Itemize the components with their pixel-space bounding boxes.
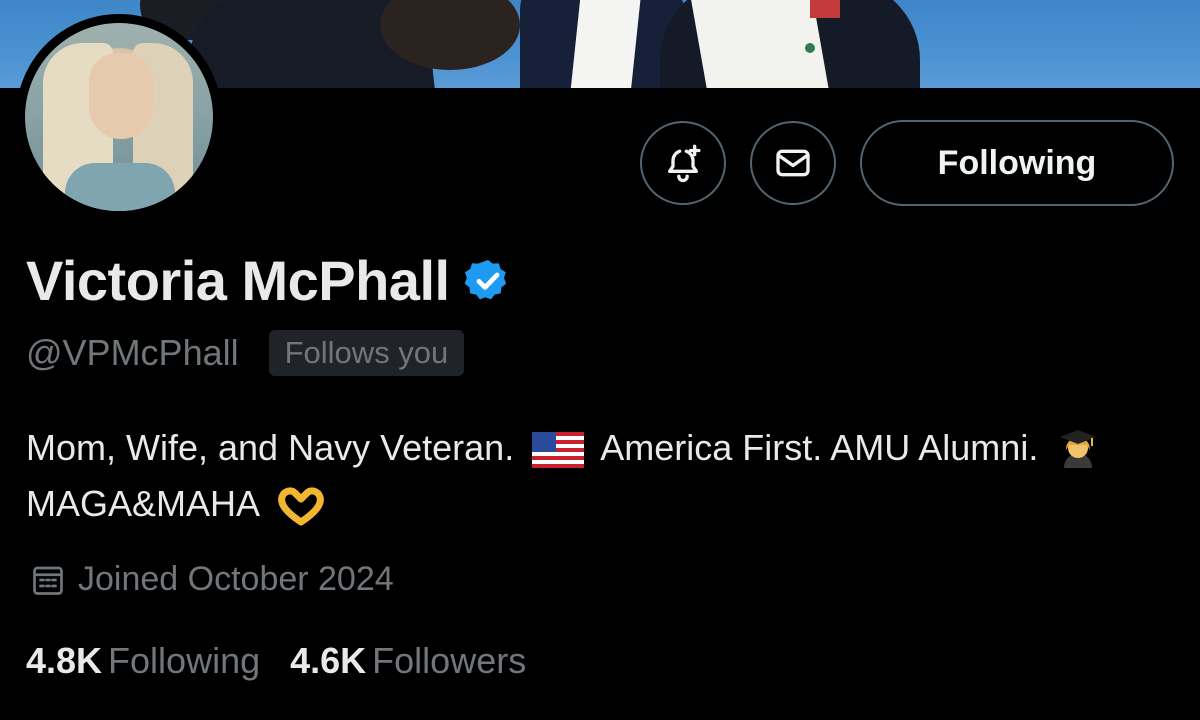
avatar[interactable]: [16, 14, 222, 220]
followers-count: 4.6K: [290, 640, 367, 681]
name-row: Victoria McPhall: [26, 248, 512, 313]
avatar-face: [89, 53, 153, 139]
bio-text: MAGA&MAHA: [26, 483, 259, 524]
handle-row: @VPMcPhall Follows you: [26, 330, 465, 376]
follows-you-badge: Follows you: [268, 330, 465, 376]
following-button[interactable]: Following: [860, 120, 1174, 206]
bio: Mom, Wife, and Navy Veteran. America Fir…: [26, 420, 1176, 532]
bell-plus-icon: [668, 144, 701, 183]
envelope-icon: [776, 149, 810, 177]
followers-label: Followers: [372, 640, 527, 681]
bio-text: America First. AMU Alumni.: [600, 427, 1039, 468]
profile-actions: Following: [640, 120, 1174, 206]
handle: @VPMcPhall: [26, 332, 239, 373]
display-name: Victoria McPhall: [26, 249, 450, 312]
follow-stats: 4.8K Following 4.6K Followers: [26, 640, 526, 682]
bio-text: Mom, Wife, and Navy Veteran.: [26, 427, 515, 468]
banner-flag: [810, 0, 840, 18]
followers-link[interactable]: 4.6K Followers: [290, 640, 526, 682]
banner-pin: [805, 43, 815, 53]
join-date-text: Joined October 2024: [78, 560, 394, 598]
verified-badge-icon[interactable]: [464, 257, 512, 305]
following-count: 4.8K: [26, 640, 103, 681]
woman-student-emoji: [1060, 430, 1097, 469]
message-button[interactable]: [750, 121, 836, 205]
banner-figure: [568, 0, 642, 88]
following-link[interactable]: 4.8K Following: [26, 640, 260, 682]
following-label: Following: [108, 640, 261, 681]
notify-button[interactable]: [640, 121, 726, 205]
avatar-shirt: [65, 163, 175, 211]
avatar-image: [25, 23, 213, 211]
us-flag-emoji: [532, 432, 585, 469]
calendar-icon: [33, 566, 63, 595]
join-date: Joined October 2024: [30, 560, 394, 599]
heart-hands-emoji: [278, 487, 324, 526]
